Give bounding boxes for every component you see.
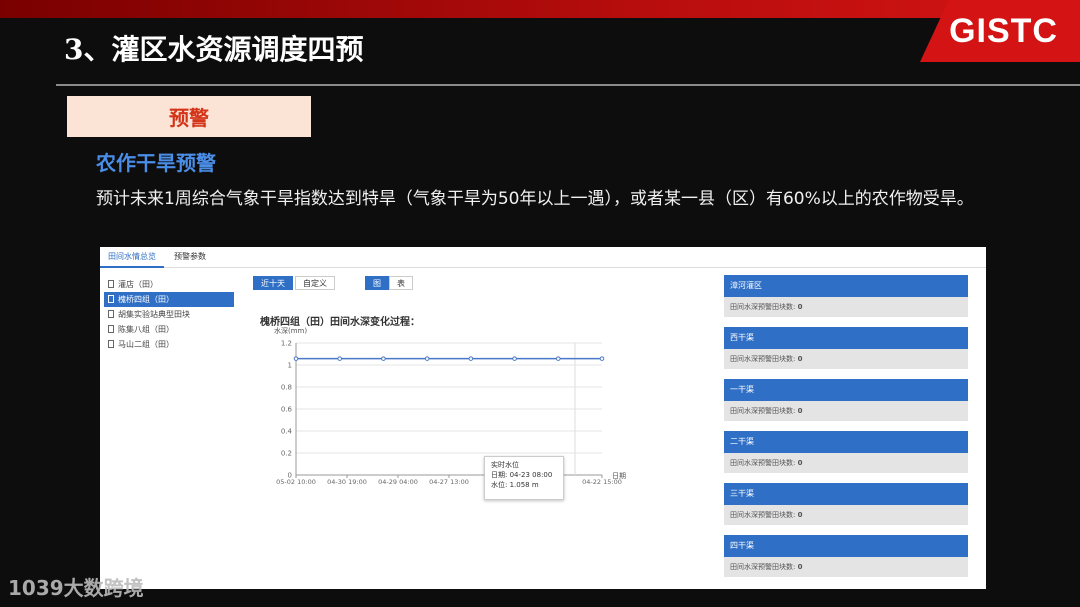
file-icon xyxy=(108,325,114,333)
data-point[interactable] xyxy=(468,356,474,361)
top-banner xyxy=(0,0,1080,18)
x-tick-label: 05-02 10:00 xyxy=(276,478,316,486)
x-axis-label: 日期 xyxy=(612,472,626,480)
chart-tooltip: 实时水位 日期: 04-23 08:00 水位: 1.058 m xyxy=(484,456,564,500)
file-icon xyxy=(108,340,114,348)
tree-item-label: 马山二组（田） xyxy=(118,340,174,349)
x-tick-label: 04-29 04:00 xyxy=(378,478,418,486)
canal-card-title: 四干渠 xyxy=(724,535,968,557)
embedded-app-screenshot: 田间水情总览 预警参数 灌店（田） 槐桥四组（田） 胡集实验站典型田块 陈集八组… xyxy=(100,247,986,589)
canal-card-body: 田间水深预警田块数: 0 xyxy=(724,349,968,369)
canal-card-body: 田间水深预警田块数: 0 xyxy=(724,505,968,525)
data-point[interactable] xyxy=(293,356,299,361)
tab-warning-params[interactable]: 预警参数 xyxy=(166,247,214,266)
subheading: 农作干旱预警 xyxy=(96,151,216,175)
y-tick-label: 0.8 xyxy=(281,384,292,392)
y-axis-label: 水深(mm) xyxy=(274,327,307,335)
y-tick-label: 0.2 xyxy=(281,450,292,458)
y-tick-label: 0.6 xyxy=(281,406,293,414)
canal-card-body: 田间水深预警田块数: 0 xyxy=(724,557,968,577)
tab-field-overview[interactable]: 田间水情总览 xyxy=(100,247,164,268)
table-view-button[interactable]: 表 xyxy=(389,276,413,290)
data-point[interactable] xyxy=(555,356,561,361)
tree-item[interactable]: 陈集八组（田） xyxy=(104,322,234,337)
watermark: 1039大数跨境 xyxy=(8,576,144,600)
canal-card-title: 三干渠 xyxy=(724,483,968,505)
canal-card-body: 田间水深预警田块数: 0 xyxy=(724,401,968,421)
tree-item-label: 陈集八组（田） xyxy=(118,325,174,334)
tooltip-title: 实时水位 xyxy=(491,461,519,469)
y-tick-label: 1.2 xyxy=(281,340,292,348)
canal-card[interactable]: 二干渠 田间水深预警田块数: 0 xyxy=(724,431,968,473)
recent-ten-days-button[interactable]: 近十天 xyxy=(253,276,293,290)
canal-card[interactable]: 三干渠 田间水深预警田块数: 0 xyxy=(724,483,968,525)
canal-card-title: 西干渠 xyxy=(724,327,968,349)
canal-card[interactable]: 一干渠 田间水深预警田块数: 0 xyxy=(724,379,968,421)
data-point[interactable] xyxy=(381,356,386,361)
water-depth-chart: 水深(mm) 00.20.40.60.811.2 05-02 10:00 04-3… xyxy=(274,327,626,486)
tree-item-selected[interactable]: 槐桥四组（田） xyxy=(104,292,234,307)
canal-card-title: 一干渠 xyxy=(724,379,968,401)
slide-title: 3、灌区水资源调度四预 xyxy=(64,33,364,66)
title-divider xyxy=(56,84,1080,86)
data-point[interactable] xyxy=(337,356,343,361)
file-icon xyxy=(108,310,114,318)
y-tick-label: 1 xyxy=(288,362,292,370)
data-point[interactable] xyxy=(599,356,605,361)
tree-item-label: 灌店（田） xyxy=(118,280,158,289)
canal-card-body: 田间水深预警田块数: 0 xyxy=(724,297,968,317)
data-point[interactable] xyxy=(424,356,430,361)
canal-card[interactable]: 四干渠 田间水深预警田块数: 0 xyxy=(724,535,968,577)
file-icon xyxy=(108,280,114,288)
canal-card-title: 二干渠 xyxy=(724,431,968,453)
canal-card-body: 田间水深预警田块数: 0 xyxy=(724,453,968,473)
x-tick-label: 04-30 19:00 xyxy=(327,478,367,486)
tree-item-label: 槐桥四组（田） xyxy=(118,295,174,304)
canal-card-title: 漳河灌区 xyxy=(724,275,968,297)
body-text: 预计未来1周综合气象干旱指数达到特旱（气象干旱为50年以上一遇），或者某一县（区… xyxy=(96,189,974,209)
chart-title: 槐桥四组（田）田间水深变化过程： xyxy=(260,317,420,328)
warning-tag: 预警 xyxy=(67,96,311,137)
tooltip-date: 日期: 04-23 08:00 xyxy=(491,471,553,479)
tooltip-level: 水位: 1.058 m xyxy=(491,481,539,489)
app-tabbar: 田间水情总览 预警参数 xyxy=(100,247,986,268)
tree-item[interactable]: 胡集实验站典型田块 xyxy=(104,307,234,322)
tree-item[interactable]: 灌店（田） xyxy=(104,277,234,292)
chart-view-button[interactable]: 图 xyxy=(365,276,389,290)
data-point[interactable] xyxy=(512,356,517,361)
gistc-logo: GISTC xyxy=(949,12,1058,50)
file-icon xyxy=(108,295,114,303)
x-tick-label: 04-27 13:00 xyxy=(429,478,469,486)
canal-card[interactable]: 西干渠 田间水深预警田块数: 0 xyxy=(724,327,968,369)
tree-item[interactable]: 马山二组（田） xyxy=(104,337,234,352)
canal-card[interactable]: 漳河灌区 田间水深预警田块数: 0 xyxy=(724,275,968,317)
tree-item-label: 胡集实验站典型田块 xyxy=(118,310,190,319)
y-tick-label: 0.4 xyxy=(281,428,293,436)
custom-range-button[interactable]: 自定义 xyxy=(295,276,335,290)
field-tree: 灌店（田） 槐桥四组（田） 胡集实验站典型田块 陈集八组（田） 马山二组（田） xyxy=(104,277,234,352)
